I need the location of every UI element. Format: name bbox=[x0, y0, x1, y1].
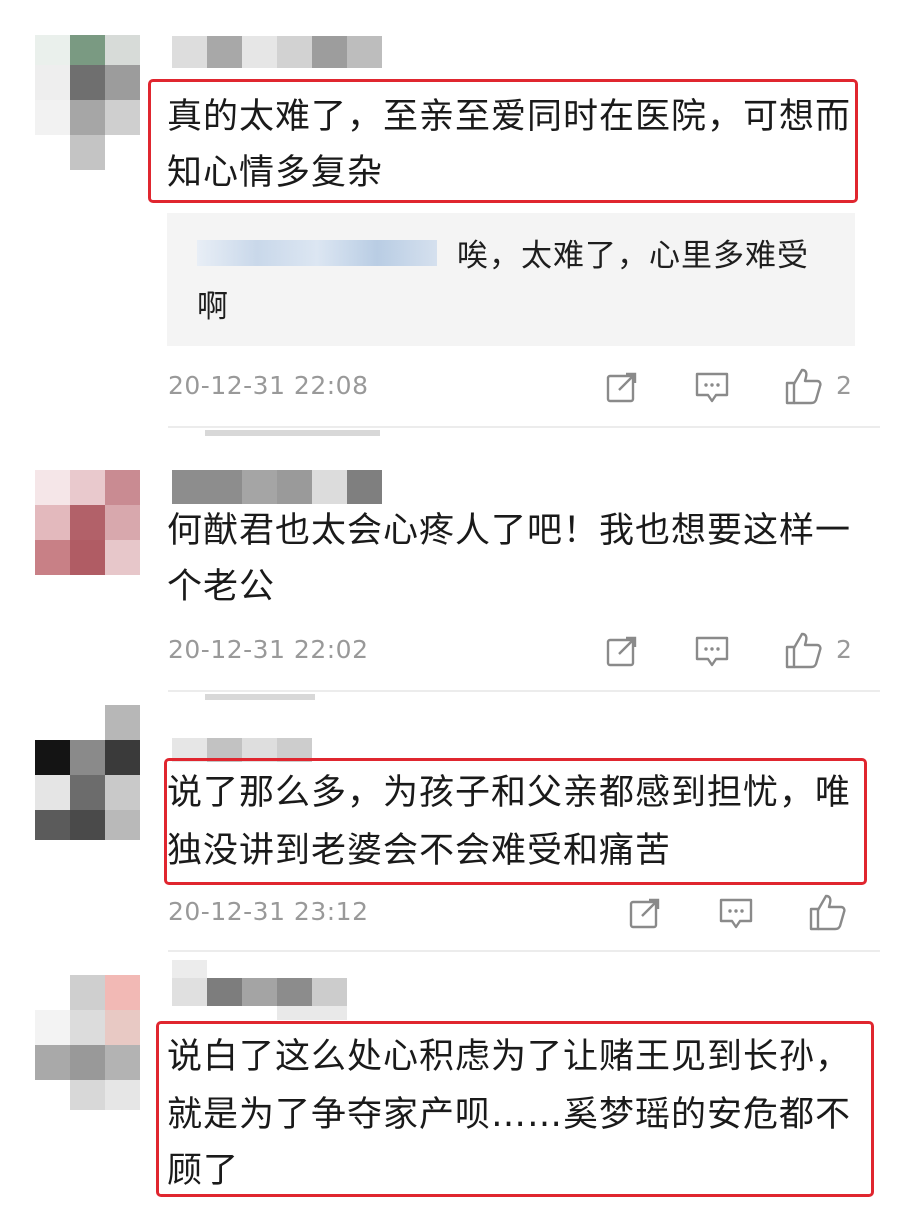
divider-blur bbox=[205, 694, 315, 700]
comment-icon[interactable] bbox=[718, 897, 754, 931]
like-count: 2 bbox=[836, 371, 852, 400]
thumbs-up-icon[interactable] bbox=[784, 630, 824, 670]
comment-text: 独没讲到老婆会不会难受和痛苦 bbox=[167, 831, 672, 871]
avatar[interactable] bbox=[35, 470, 140, 575]
comment-text: 顾了 bbox=[167, 1151, 240, 1191]
share-icon[interactable] bbox=[605, 634, 639, 668]
comment-text: 个老公 bbox=[167, 567, 276, 607]
username[interactable] bbox=[172, 36, 382, 68]
thumbs-up-icon[interactable] bbox=[808, 892, 848, 932]
comment-icon[interactable] bbox=[694, 371, 730, 405]
username[interactable] bbox=[172, 960, 347, 1020]
reply-text: 唉，太难了，心里多难受 bbox=[457, 238, 809, 274]
comment-text: 真的太难了，至亲至爱同时在医院，可想而 bbox=[167, 97, 852, 137]
reply-username[interactable] bbox=[197, 240, 437, 266]
divider bbox=[168, 690, 880, 692]
thumbs-up-icon[interactable] bbox=[784, 366, 824, 406]
comment-icon[interactable] bbox=[694, 635, 730, 669]
comment-text: 知心情多复杂 bbox=[167, 153, 384, 193]
comment-text: 就是为了争夺家产呗……奚梦瑶的安危都不 bbox=[167, 1095, 852, 1135]
comment-text: 说了那么多，为孩子和父亲都感到担忧，唯 bbox=[167, 773, 852, 813]
reply-box[interactable]: 唉，太难了，心里多难受 啊 bbox=[167, 213, 855, 346]
divider-blur bbox=[205, 430, 380, 436]
reply-text: 啊 bbox=[197, 289, 229, 325]
avatar[interactable] bbox=[35, 975, 140, 1110]
divider bbox=[168, 950, 880, 952]
avatar[interactable] bbox=[35, 35, 140, 170]
timestamp: 20-12-31 22:08 bbox=[168, 371, 369, 400]
divider bbox=[168, 426, 880, 428]
share-icon[interactable] bbox=[628, 896, 662, 930]
comment-text: 何猷君也太会心疼人了吧！我也想要这样一 bbox=[167, 511, 852, 551]
username[interactable] bbox=[172, 470, 382, 504]
share-icon[interactable] bbox=[605, 370, 639, 404]
timestamp: 20-12-31 23:12 bbox=[168, 897, 369, 926]
avatar[interactable] bbox=[35, 705, 140, 840]
like-count: 2 bbox=[836, 635, 852, 664]
comment-text: 说白了这么处心积虑为了让赌王见到长孙， bbox=[167, 1037, 852, 1077]
timestamp: 20-12-31 22:02 bbox=[168, 635, 369, 664]
